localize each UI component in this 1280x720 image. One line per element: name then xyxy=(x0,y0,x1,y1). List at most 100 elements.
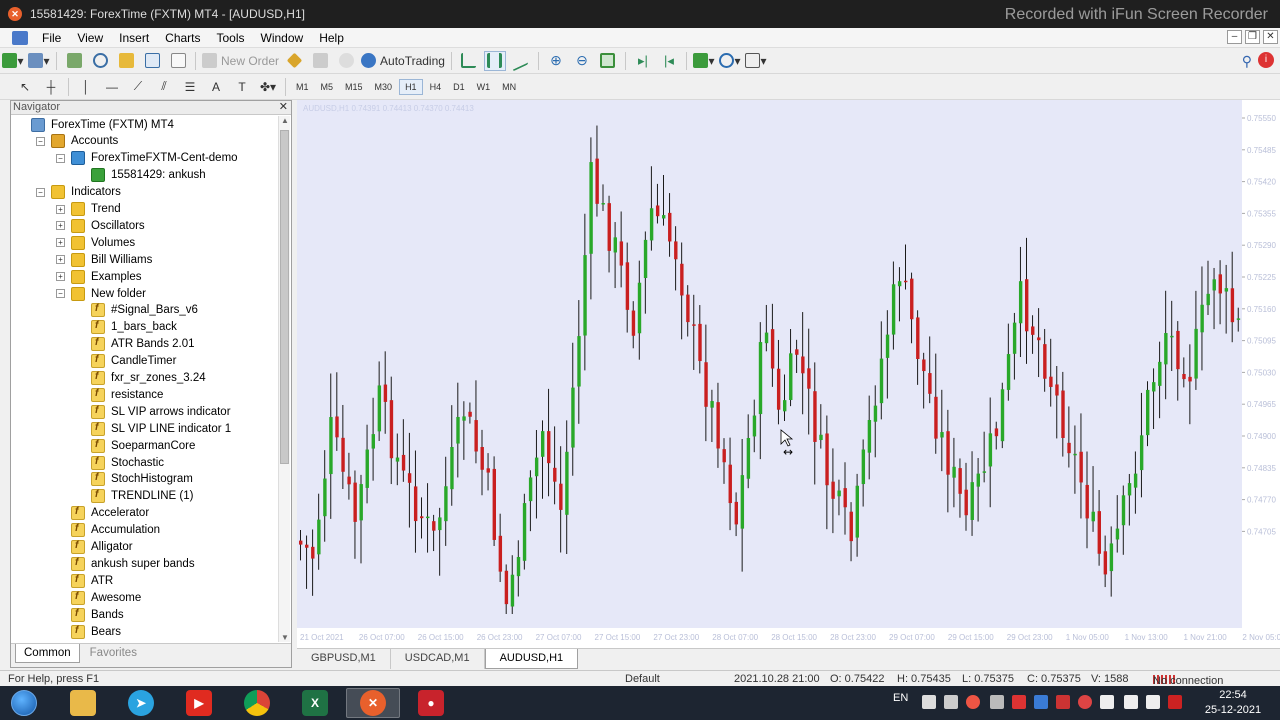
tray-app-icon-8[interactable] xyxy=(1168,695,1182,709)
vertical-line-button[interactable]: │ xyxy=(75,77,97,97)
taskbar-recorder[interactable]: ● xyxy=(404,688,458,718)
tile-windows-button[interactable] xyxy=(597,51,619,71)
tree-item[interactable]: StochHistogram xyxy=(91,471,193,488)
tree-item[interactable]: 1_bars_back xyxy=(91,319,177,336)
timeframe-m15[interactable]: M15 xyxy=(340,80,368,94)
chart-shift-button[interactable]: |◂ xyxy=(658,51,680,71)
tree-item[interactable]: ATR xyxy=(71,572,113,589)
fibonacci-button[interactable]: ☰ xyxy=(179,77,201,97)
market-watch-button[interactable] xyxy=(63,51,85,71)
expand-icon[interactable]: + xyxy=(56,238,65,248)
text-label-button[interactable]: T xyxy=(231,77,253,97)
taskbar-chrome[interactable] xyxy=(230,688,284,718)
tab-common[interactable]: Common xyxy=(15,644,80,663)
volume-icon[interactable] xyxy=(1146,695,1160,709)
tree-item[interactable]: #Signal_Bars_v6 xyxy=(91,302,198,319)
menu-window[interactable]: Window xyxy=(253,29,312,47)
arrows-button[interactable]: ✤▾ xyxy=(257,77,279,97)
minimize-child-button[interactable]: – xyxy=(1227,30,1242,44)
tree-item[interactable]: + Bill Williams xyxy=(56,251,152,268)
tree-item[interactable]: Accelerator xyxy=(71,505,149,522)
zoom-out-button[interactable]: ⊖ xyxy=(571,51,593,71)
signals-button[interactable] xyxy=(335,51,357,71)
tree-item[interactable]: + Trend xyxy=(56,201,121,218)
timeframe-m1[interactable]: M1 xyxy=(291,80,314,94)
tree-item[interactable]: fxr_sr_zones_3.24 xyxy=(91,370,206,387)
chart-window[interactable]: 0.75550 0.75485 0.75420 0.75355 0.75290 0.752… xyxy=(297,100,1280,648)
tray-app-icon-4[interactable] xyxy=(990,695,1004,709)
taskbar-explorer[interactable] xyxy=(56,688,110,718)
tree-item[interactable]: ForexTime (FXTM) MT4 xyxy=(31,116,174,133)
chart-tab-gbpusd[interactable]: GBPUSD,M1 xyxy=(297,649,391,669)
tree-item[interactable]: + Volumes xyxy=(56,234,135,251)
auto-scroll-button[interactable]: ▸| xyxy=(632,51,654,71)
tree-item[interactable]: CandleTimer xyxy=(91,353,176,370)
crosshair-button[interactable]: ┼ xyxy=(40,77,62,97)
expand-icon[interactable]: + xyxy=(56,204,65,214)
tree-item[interactable]: ATR Bands 2.01 xyxy=(91,336,195,353)
menu-file[interactable]: File xyxy=(34,29,69,47)
scroll-down-icon[interactable]: ▼ xyxy=(281,633,289,642)
tree-item[interactable]: SoeparmanCore xyxy=(91,437,195,454)
tree-item[interactable]: Awesome xyxy=(71,589,141,606)
tray-app-icon-3[interactable] xyxy=(966,695,980,709)
taskbar-mt4[interactable]: ✕ xyxy=(346,688,400,718)
network-icon[interactable] xyxy=(1124,695,1138,709)
timeframe-d1[interactable]: D1 xyxy=(448,80,470,94)
collapse-icon[interactable]: − xyxy=(56,153,65,163)
metaeditor-button[interactable] xyxy=(283,51,305,71)
chart-window-icon[interactable] xyxy=(12,30,28,45)
tree-item[interactable]: Stochastic xyxy=(91,454,164,471)
tree-item[interactable]: + Oscillators xyxy=(56,217,145,234)
menu-view[interactable]: View xyxy=(69,29,111,47)
start-button[interactable] xyxy=(4,688,44,718)
collapse-icon[interactable]: − xyxy=(36,187,45,197)
navigator-scrollbar[interactable]: ▲ ▼ xyxy=(278,116,290,642)
tray-app-icon-2[interactable] xyxy=(944,695,958,709)
tree-item[interactable]: Bands xyxy=(71,606,124,623)
horizontal-line-button[interactable]: — xyxy=(101,77,123,97)
trendline-button[interactable]: ⟋ xyxy=(127,77,149,97)
tray-language[interactable]: EN xyxy=(893,692,908,704)
tab-favorites[interactable]: Favorites xyxy=(82,644,145,662)
tree-item[interactable]: Bears xyxy=(71,623,121,640)
autotrading-button[interactable]: AutoTrading xyxy=(361,51,445,71)
tree-item[interactable]: Alligator xyxy=(71,539,133,556)
expand-icon[interactable]: + xyxy=(56,272,65,282)
timeframe-mn[interactable]: MN xyxy=(497,80,521,94)
status-profile[interactable]: Default xyxy=(625,673,660,685)
tree-item[interactable]: − New folder xyxy=(56,285,146,302)
menu-insert[interactable]: Insert xyxy=(111,29,157,47)
candlestick-button[interactable] xyxy=(483,50,506,71)
text-button[interactable]: A xyxy=(205,77,227,97)
line-chart-button[interactable] xyxy=(510,49,532,72)
tray-clock[interactable]: 22:54 25-12-2021 xyxy=(1196,688,1270,718)
print-button[interactable] xyxy=(309,51,331,71)
tree-item[interactable]: 15581429: ankush xyxy=(91,167,206,184)
profiles-button[interactable]: ▾ xyxy=(28,51,50,71)
templates-button[interactable]: ▾ xyxy=(745,51,767,71)
tray-app-icon-5[interactable] xyxy=(1012,695,1026,709)
tree-item[interactable]: SL VIP arrows indicator xyxy=(91,403,231,420)
tree-item[interactable]: − ForexTimeFXTM-Cent-demo xyxy=(56,150,238,167)
new-order-button[interactable]: New Order xyxy=(202,51,279,71)
tree-item[interactable]: SL VIP LINE indicator 1 xyxy=(91,420,231,437)
restore-child-button[interactable]: ❐ xyxy=(1245,30,1260,44)
bar-chart-button[interactable] xyxy=(458,51,480,71)
expand-icon[interactable]: + xyxy=(56,255,65,265)
scroll-thumb[interactable] xyxy=(280,130,289,464)
battery-icon[interactable] xyxy=(1100,695,1114,709)
tree-item[interactable]: ankush super bands xyxy=(71,555,195,572)
zoom-in-button[interactable]: ⊕ xyxy=(545,51,567,71)
tree-item[interactable]: − Indicators xyxy=(36,184,121,201)
indicators-button[interactable]: ▾ xyxy=(693,51,715,71)
tree-item[interactable]: Accumulation xyxy=(71,522,160,539)
taskbar-youtube[interactable]: ▶ xyxy=(172,688,226,718)
close-icon[interactable]: ✕ xyxy=(279,101,288,114)
periods-button[interactable]: ▾ xyxy=(719,51,741,71)
taskbar-excel[interactable]: X xyxy=(288,688,342,718)
menu-help[interactable]: Help xyxy=(311,29,352,47)
tray-app-icon-1[interactable] xyxy=(922,695,936,709)
bluetooth-icon[interactable] xyxy=(1034,695,1048,709)
scroll-up-icon[interactable]: ▲ xyxy=(281,116,289,125)
